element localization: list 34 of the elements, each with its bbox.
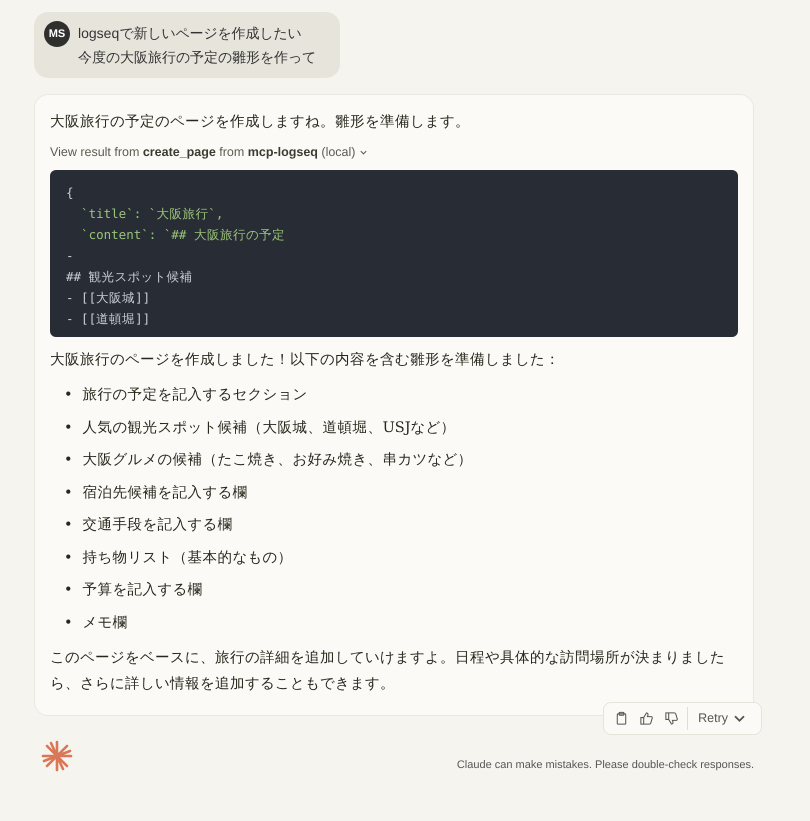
code-line: ## 観光スポット候補 [66, 268, 194, 286]
list-item: 旅行の予定を記入するセクション [82, 386, 308, 405]
list-item: 宿泊先候補を記入する欄 [82, 484, 248, 502]
list-item: 予算を記入する欄 [82, 581, 203, 600]
chevron-icon [358, 148, 368, 158]
paragraph: このページをベースに、旅行の詳細を追加していけますよ。日程や具体的な訪問場所が決まりましたら、さらに詳しい情報を追加することもできます。 [50, 648, 726, 694]
code-line: - [[道頓堀]] [66, 310, 152, 328]
avatar: MS [44, 21, 70, 47]
bullet-marker: • [64, 418, 73, 438]
disclaimer: Claude can make mistakes. Please double-check responses. [456, 758, 754, 772]
list-item: 交通手段を記入する欄 [82, 516, 233, 535]
bullet-marker: • [64, 581, 73, 600]
bullet-marker: • [64, 386, 73, 405]
code-line: - [66, 246, 75, 265]
paragraph: 大阪旅行のページを作成しました！以下の内容を含む雛形を準備しました： [50, 350, 561, 370]
message-text: logseqで新しいページを作成したい [78, 24, 302, 43]
starburst-logo-icon [40, 738, 74, 773]
list-item: 持ち物リスト（基本的なもの） [82, 548, 293, 568]
bullet-marker: • [64, 484, 73, 502]
bullet-marker: • [64, 614, 73, 632]
code-line: - [[大阪城]] [66, 288, 152, 307]
code-line: `content`: `## 大阪旅行の予定 [80, 226, 286, 244]
code-line: { [66, 184, 75, 202]
code-line: `title`: `大阪旅行`, [80, 204, 224, 223]
tool-result-link[interactable]: View result from create_page from mcp-logseq (local) [50, 143, 368, 162]
list-item: 人気の観光スポット候補（大阪城、道頓堀、USJなど） [82, 418, 456, 438]
retry-button[interactable]: Retry [687, 706, 753, 730]
list-item: メモ欄 [82, 614, 128, 632]
list-item: 大阪グルメの候補（たこ焼き、お好み焼き、串カツなど） [82, 451, 473, 470]
message-text: 今度の大阪旅行の予定の雛形を作って [78, 48, 316, 67]
bullet-marker: • [64, 548, 73, 568]
bullet-marker: • [64, 451, 73, 470]
paragraph: 大阪旅行の予定のページを作成しますね。雛形を準備します。 [50, 112, 471, 132]
bullet-marker: • [64, 516, 73, 535]
